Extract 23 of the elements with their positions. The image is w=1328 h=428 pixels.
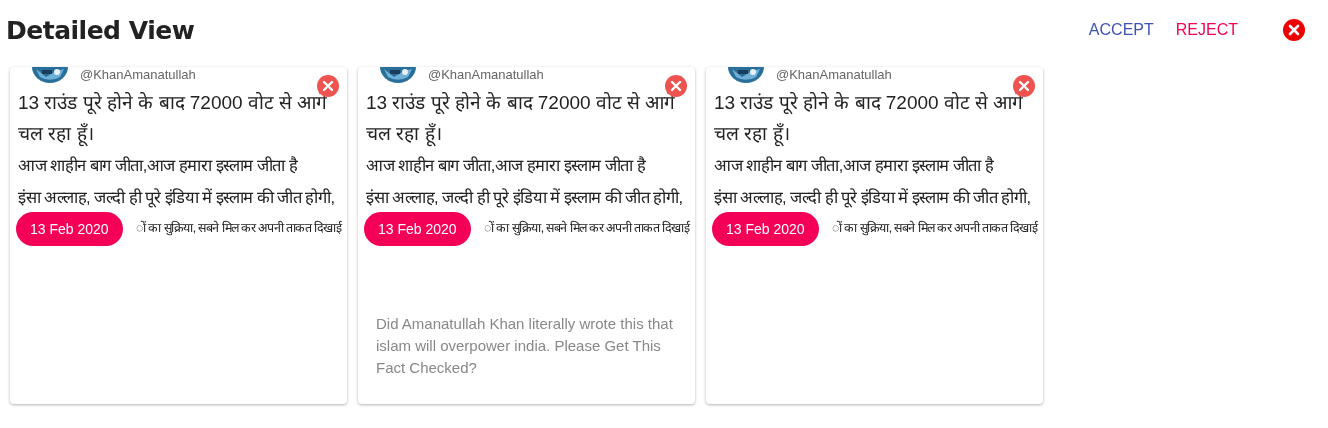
tweet-text: 13 राउंड पूरे होने के बाद 72000 वोट से आगे चल रहा हूँ। [18,87,339,149]
tweet-handle: @KhanAmanatullah [776,67,892,82]
tweet-text: इंसा अल्लाह, जल्दी ही पूरे इंडिया में इस्लाम की जीत होगी, [714,187,1032,210]
tweet-text: आज शाहीन बाग जीता,आज हमारा इस्लाम जीता है [18,155,299,176]
date-chip: 13 Feb 2020 [364,212,471,246]
tweet-text: इंसा अल्लाह, जल्दी ही पूरे इंडिया में इस्लाम की जीत होगी, [18,187,336,210]
tweet-text: 13 राउंड पूरे होने के बाद 72000 वोट से आगे चल रहा हूँ। [366,87,687,149]
tweet-handle: @KhanAmanatullah [428,67,544,82]
tweet-text: आज शाहीन बाग जीता,आज हमारा इस्लाम जीता है [366,155,647,176]
tweet-text: ों का सुक्रिया, सबने मिल कर अपनी ताकत दिखाई [832,219,1038,238]
tweet-text: ों का सुक्रिया, सबने मिल कर अपनी ताकत दिखाई [136,219,342,238]
date-chip: 13 Feb 2020 [712,212,819,246]
tweet-handle: @KhanAmanatullah [80,67,196,82]
reject-button[interactable]: REJECT [1169,17,1244,43]
tweet-text: इंसा अल्लाह, जल्दी ही पूरे इंडिया में इस्लाम की जीत होगी, [366,187,684,210]
date-chip: 13 Feb 2020 [16,212,123,246]
page-title: Detailed View [6,15,195,45]
tweet-text: 13 राउंड पूरे होने के बाद 72000 वोट से आगे चल रहा हूँ। [714,87,1035,149]
tweet-text: आज शाहीन बाग जीता,आज हमारा इस्लाम जीता है [714,155,995,176]
tweet-text: ों का सुक्रिया, सबने मिल कर अपनी ताकत दिखाई [484,219,690,238]
accept-button[interactable]: ACCEPT [1082,17,1160,43]
card-description: Did Amanatullah Khan literally wrote this that islam will overpower india. Please Get This Fact Checked? [376,314,674,378]
close-icon[interactable] [1282,18,1306,42]
